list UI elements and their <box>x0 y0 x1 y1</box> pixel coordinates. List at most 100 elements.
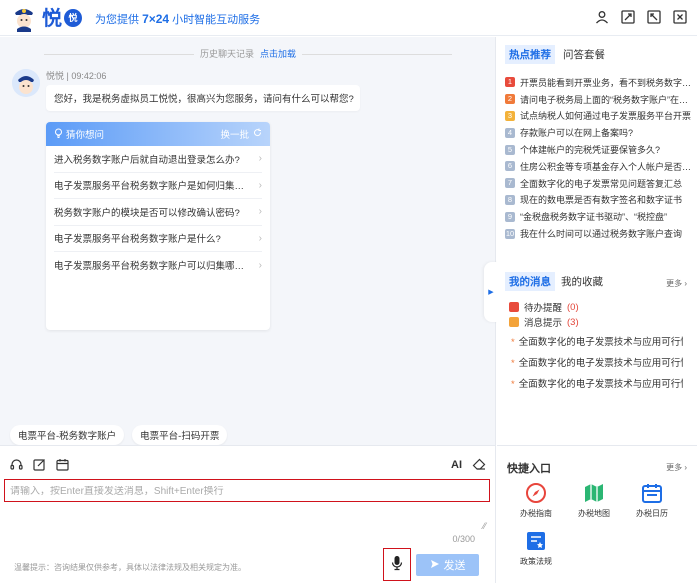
hot-item-text: 住房公积金等专项基金存入个人帐户是否缴税 <box>520 161 692 172</box>
send-icon <box>430 559 440 572</box>
close-icon[interactable] <box>673 10 687 24</box>
tab-my-messages[interactable]: 我的消息 <box>505 272 555 291</box>
compass-icon <box>526 483 546 503</box>
alarm-icon <box>509 302 519 312</box>
hot-item-text: 个体建帐户的完税凭证要保管多久? <box>520 145 661 156</box>
ai-button[interactable]: AI <box>451 459 462 471</box>
hot-item-text: 现在的数电票是否有数字签名和数字证书 <box>520 195 683 206</box>
rank-badge: 10 <box>505 228 515 239</box>
star-icon: * <box>511 337 515 348</box>
news-item[interactable]: *全面数字化的电子发票技术与应用可行性研究 <box>511 355 683 369</box>
hot-item-text: 开票员能看到开票业务，看不到税务数字账户 <box>520 77 692 88</box>
right-panel: 热点推荐 问答套餐 1 开票员能看到开票业务，看不到税务数字账户 2 请问电子税务局上… <box>497 37 697 583</box>
guess-title: 猜你想问 <box>66 130 105 141</box>
hot-item[interactable]: 6 住房公积金等专项基金存入个人帐户是否缴税 <box>505 158 693 175</box>
chevron-right-icon: › <box>258 153 262 165</box>
rank-badge: 2 <box>505 94 515 105</box>
guess-card: 猜你想问 换一批 进入税务数字账户后就自动退出登录怎么办? › 电子发票服务平台税… <box>46 122 270 330</box>
hot-item[interactable]: 8 现在的数电票是否有数字签名和数字证书 <box>505 192 693 209</box>
rank-badge: 4 <box>505 127 515 138</box>
message-input-box[interactable] <box>4 479 490 502</box>
rank-badge: 8 <box>505 194 515 205</box>
more-quick-link[interactable]: 更多 › <box>666 462 687 473</box>
bot-meta: 悦悦 | 09:42:06 <box>46 71 107 81</box>
voice-button[interactable] <box>383 548 411 581</box>
hot-item[interactable]: 2 请问电子税务局上面的“税务数字账户”在哪里 <box>505 91 693 108</box>
refresh-icon <box>253 128 262 140</box>
history-bar: 历史聊天记录 点击加载 <box>0 47 496 60</box>
guess-item[interactable]: 电子发票服务平台税务数字账户可以归集哪些发票? › <box>54 252 262 279</box>
caret-right-icon: ▶ <box>488 289 494 296</box>
hot-item[interactable]: 5 个体建帐户的完税凭证要保管多久? <box>505 141 693 158</box>
quick-policy[interactable]: 政策法规 <box>508 530 564 567</box>
hot-item[interactable]: 9 “金税盘税务数字证书驱动”、“税控盘” <box>505 208 693 225</box>
hot-item[interactable]: 10 我在什么时间可以通过税务数字账户查询 <box>505 225 693 242</box>
rank-badge: 5 <box>505 144 515 155</box>
user-icon[interactable] <box>595 10 609 24</box>
hot-item-text: 存款账户可以在网上备案吗? <box>520 128 634 139</box>
hot-item[interactable]: 1 开票员能看到开票业务，看不到税务数字账户 <box>505 74 693 91</box>
hot-item-text: “金税盘税务数字证书驱动”、“税控盘” <box>520 212 667 223</box>
hot-item[interactable]: 7 全面数字化的电子发票常见问题答复汇总 <box>505 175 693 192</box>
hot-item[interactable]: 3 试点纳税人如何通过电子发票服务平台开票 <box>505 108 693 125</box>
tab-my-favorites[interactable]: 我的收藏 <box>559 272 605 291</box>
disclaimer-tip: 温馨提示：咨询结果仅供参考，具体以法律法规及相关规定为准。 <box>14 563 246 572</box>
quick-map[interactable]: 办税地图 <box>566 482 622 519</box>
chevron-right-icon: › <box>258 259 262 271</box>
guess-item[interactable]: 进入税务数字账户后就自动退出登录怎么办? › <box>54 146 262 173</box>
tab-qa-package[interactable]: 问答套餐 <box>561 45 607 64</box>
hot-item-text: 请问电子税务局上面的“税务数字账户”在哪里 <box>520 94 692 105</box>
eraser-icon[interactable] <box>472 458 486 471</box>
refresh-button[interactable]: 换一批 <box>220 127 262 141</box>
bot-message: 您好，我是税务虚拟员工悦悦，很高兴为您服务，请问有什么可以帮您? <box>46 85 360 111</box>
guess-item[interactable]: 电子发票服务平台税务数字账户是什么? › <box>54 226 262 252</box>
hot-item-text: 试点纳税人如何通过电子发票服务平台开票 <box>520 111 692 122</box>
tab-hot[interactable]: 热点推荐 <box>505 45 555 64</box>
headset-icon[interactable] <box>10 458 23 471</box>
quick-chips: 电票平台-税务数字账户 电票平台-扫码开票 <box>10 425 228 445</box>
mascot-icon <box>12 4 36 32</box>
message-input[interactable] <box>10 486 484 497</box>
hot-item[interactable]: 4 存款账户可以在网上备案吗? <box>505 124 693 141</box>
input-panel: AI ⁄⁄ 0/300 温馨提示：咨询结果仅供参考，具体以法律法规及相关规定为准… <box>0 445 496 583</box>
rank-badge: 3 <box>505 110 515 121</box>
collapse-panel-button[interactable]: ▶ <box>484 262 498 322</box>
char-counter: 0/300 <box>452 534 475 544</box>
brand: 悦 悦 <box>12 4 82 32</box>
policy-icon <box>527 532 545 550</box>
history-label: 历史聊天记录 <box>199 49 254 59</box>
news-item[interactable]: *全面数字化的电子发票技术与应用可行性研究 <box>511 334 683 348</box>
chevron-right-icon: › <box>258 206 262 218</box>
more-messages-link[interactable]: 更多 › <box>666 278 687 289</box>
star-icon: * <box>511 358 515 369</box>
star-icon: * <box>511 379 515 390</box>
fullscreen-icon[interactable] <box>621 10 635 24</box>
chat-panel: 历史聊天记录 点击加载 悦悦 | 09:42:06 您好，我是税务虚拟员工悦悦，很… <box>0 37 496 445</box>
chip-scan-invoice[interactable]: 电票平台-扫码开票 <box>132 425 228 445</box>
edit-icon[interactable] <box>33 458 46 471</box>
brand-title: 悦 <box>42 6 62 30</box>
chip-tax-digital-account[interactable]: 电票平台-税务数字账户 <box>10 425 125 445</box>
slogan: 为您提供 7×24 小时智能互动服务 <box>95 12 261 26</box>
lightbulb-icon <box>54 128 63 141</box>
notice-reminder[interactable]: 消息提示 (3) <box>509 315 579 329</box>
news-item[interactable]: *全面数字化的电子发票技术与应用可行性研究 <box>511 376 683 390</box>
history-load-link[interactable]: 点击加载 <box>260 49 296 59</box>
hot-list: 1 开票员能看到开票业务，看不到税务数字账户 2 请问电子税务局上面的“税务数字账户”… <box>505 74 693 242</box>
quick-calendar[interactable]: 办税日历 <box>624 482 680 519</box>
rank-badge: 6 <box>505 161 515 172</box>
chevron-right-icon: › <box>258 232 262 244</box>
guess-item[interactable]: 税务数字账户的模块是否可以修改确认密码? › <box>54 199 262 226</box>
send-button[interactable]: 发送 <box>416 554 479 576</box>
microphone-icon <box>391 555 403 574</box>
exit-fullscreen-icon[interactable] <box>647 10 661 24</box>
rank-badge: 9 <box>505 211 515 222</box>
calendar-icon[interactable] <box>56 458 69 471</box>
resize-handle-icon[interactable]: ⁄⁄ <box>483 521 486 531</box>
quick-guide[interactable]: 办税指南 <box>508 482 564 519</box>
message-icon <box>509 317 519 327</box>
guess-item[interactable]: 电子发票服务平台税务数字账户是如何归集发票的? › <box>54 173 262 199</box>
brand-badge: 悦 <box>64 9 82 27</box>
app-header: 悦 悦 为您提供 7×24 小时智能互动服务 <box>0 0 697 36</box>
pending-reminder[interactable]: 待办提醒 (0) <box>509 300 579 314</box>
